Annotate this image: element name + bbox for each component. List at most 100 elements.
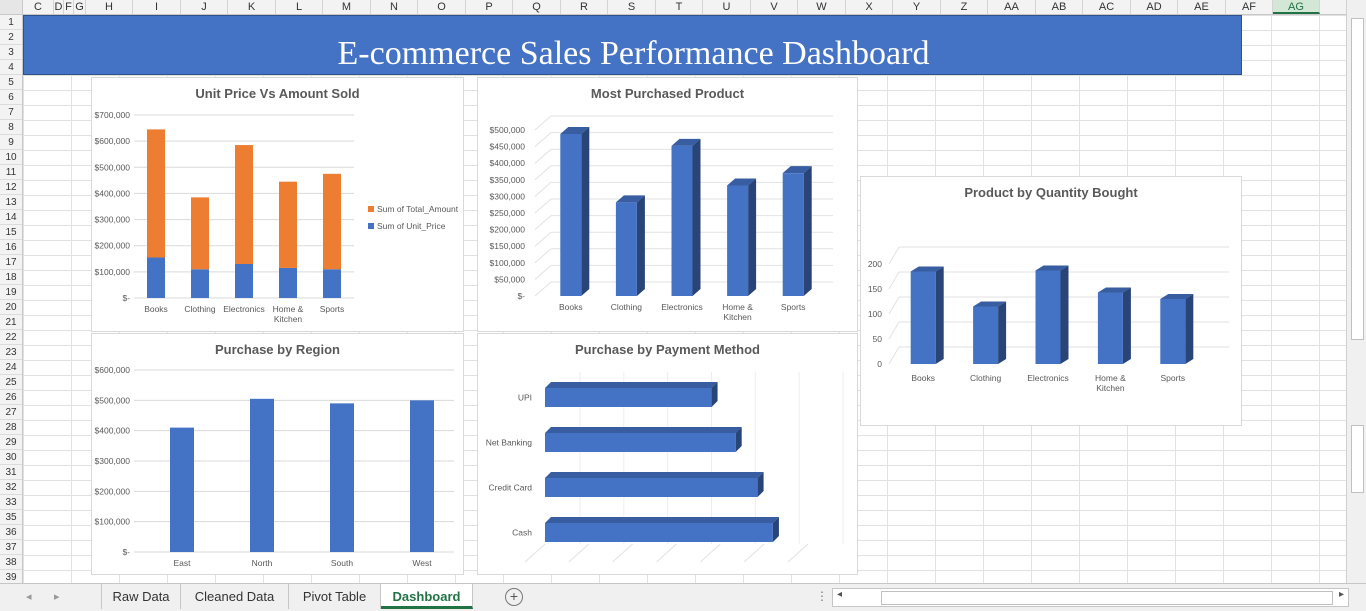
scroll-right-arrow-icon[interactable]: ▸ bbox=[1339, 589, 1344, 600]
column-header-ag[interactable]: AG bbox=[1273, 0, 1320, 14]
scroll-split-handle[interactable]: ⋮ bbox=[816, 589, 828, 603]
column-header-i[interactable]: I bbox=[133, 0, 181, 14]
x-tick-label: Electronics bbox=[223, 304, 265, 314]
row-header-2[interactable]: 2 bbox=[0, 30, 22, 45]
row-header-14[interactable]: 14 bbox=[0, 210, 22, 225]
row-header-36[interactable]: 36 bbox=[0, 525, 22, 540]
tab-raw-data[interactable]: Raw Data bbox=[101, 584, 181, 609]
tab-pivot-table[interactable]: Pivot Table bbox=[289, 584, 381, 609]
row-header-31[interactable]: 31 bbox=[0, 465, 22, 480]
column-header-af[interactable]: AF bbox=[1226, 0, 1273, 14]
column-header-q[interactable]: Q bbox=[513, 0, 561, 14]
chart-most-purchased-product[interactable]: Most Purchased Product $- $50,000 $100,000… bbox=[477, 77, 858, 332]
gridline-depth bbox=[534, 215, 552, 230]
column-header-x[interactable]: X bbox=[846, 0, 893, 14]
row-header-25[interactable]: 25 bbox=[0, 375, 22, 390]
column-header-ab[interactable]: AB bbox=[1036, 0, 1083, 14]
row-header-11[interactable]: 11 bbox=[0, 165, 22, 180]
row-header-35[interactable]: 35 bbox=[0, 510, 22, 525]
row-header-24[interactable]: 24 bbox=[0, 360, 22, 375]
column-header-f[interactable]: F bbox=[64, 0, 74, 14]
row-header-28[interactable]: 28 bbox=[0, 420, 22, 435]
x-tick-label: Books bbox=[911, 373, 935, 383]
row-header-16[interactable]: 16 bbox=[0, 240, 22, 255]
row-header-32[interactable]: 32 bbox=[0, 480, 22, 495]
row-header-26[interactable]: 26 bbox=[0, 390, 22, 405]
select-all-corner[interactable] bbox=[0, 0, 23, 14]
row-header-8[interactable]: 8 bbox=[0, 120, 22, 135]
column-header-j[interactable]: J bbox=[181, 0, 228, 14]
column-header-s[interactable]: S bbox=[608, 0, 656, 14]
row-header-7[interactable]: 7 bbox=[0, 105, 22, 120]
row-header-30[interactable]: 30 bbox=[0, 450, 22, 465]
dashboard-banner[interactable]: E-commerce Sales Performance Dashboard bbox=[23, 15, 1242, 75]
x-tick-label: Sports bbox=[1161, 373, 1186, 383]
column-header-n[interactable]: N bbox=[371, 0, 418, 14]
bar-electronics bbox=[1035, 265, 1069, 364]
column-header-l[interactable]: L bbox=[276, 0, 323, 14]
chart-product-by-quantity[interactable]: Product by Quantity Bought 0 50 100 150 200 B… bbox=[860, 176, 1242, 426]
y-tick-label: 50 bbox=[873, 334, 883, 344]
row-header-18[interactable]: 18 bbox=[0, 270, 22, 285]
column-header-r[interactable]: R bbox=[561, 0, 608, 14]
column-header-k[interactable]: K bbox=[228, 0, 276, 14]
row-header-1[interactable]: 1 bbox=[0, 15, 22, 30]
horizontal-scroll-thumb[interactable] bbox=[881, 591, 1333, 605]
chart-unit-price-vs-amount[interactable]: Unit Price Vs Amount Sold $- $100,000 $200… bbox=[91, 77, 464, 332]
column-header-t[interactable]: T bbox=[656, 0, 703, 14]
column-header-ae[interactable]: AE bbox=[1178, 0, 1226, 14]
horizontal-scrollbar[interactable]: ◂ ▸ bbox=[832, 588, 1349, 607]
bar-north bbox=[250, 398, 274, 552]
add-sheet-plus-icon[interactable]: + bbox=[505, 588, 523, 606]
column-header-w[interactable]: W bbox=[798, 0, 846, 14]
tab-scroll-right-icon[interactable]: ▸ bbox=[54, 590, 60, 603]
column-header-c[interactable]: C bbox=[23, 0, 54, 14]
row-header-29[interactable]: 29 bbox=[0, 435, 22, 450]
row-header-21[interactable]: 21 bbox=[0, 315, 22, 330]
tab-scroll-left-icon[interactable]: ◂ bbox=[26, 590, 32, 603]
legend-swatch-total-amount bbox=[368, 206, 374, 212]
column-header-ad[interactable]: AD bbox=[1131, 0, 1178, 14]
row-header-37[interactable]: 37 bbox=[0, 540, 22, 555]
row-header-6[interactable]: 6 bbox=[0, 90, 22, 105]
column-header-ac[interactable]: AC bbox=[1083, 0, 1131, 14]
vertical-scrollbar[interactable] bbox=[1346, 0, 1366, 583]
x-tick-label: Home & bbox=[273, 304, 304, 314]
column-header-d[interactable]: D bbox=[54, 0, 64, 14]
vertical-scroll-thumb[interactable] bbox=[1351, 18, 1364, 340]
row-header-19[interactable]: 19 bbox=[0, 285, 22, 300]
row-header-4[interactable]: 4 bbox=[0, 60, 22, 75]
column-header-z[interactable]: Z bbox=[941, 0, 988, 14]
row-header-10[interactable]: 10 bbox=[0, 150, 22, 165]
row-header-22[interactable]: 22 bbox=[0, 330, 22, 345]
vertical-scroll-thumb-lower[interactable] bbox=[1351, 425, 1364, 493]
tab-dashboard[interactable]: Dashboard bbox=[381, 584, 473, 609]
row-header-20[interactable]: 20 bbox=[0, 300, 22, 315]
column-header-m[interactable]: M bbox=[323, 0, 371, 14]
column-header-u[interactable]: U bbox=[703, 0, 751, 14]
column-header-y[interactable]: Y bbox=[893, 0, 941, 14]
tab-cleaned-data[interactable]: Cleaned Data bbox=[181, 584, 289, 609]
row-header-5[interactable]: 5 bbox=[0, 75, 22, 90]
chart-purchase-by-region[interactable]: Purchase by Region $- $100,000 $200,000 $30… bbox=[91, 333, 464, 575]
column-header-h[interactable]: H bbox=[86, 0, 133, 14]
row-header-3[interactable]: 3 bbox=[0, 45, 22, 60]
column-header-aa[interactable]: AA bbox=[988, 0, 1036, 14]
scroll-left-arrow-icon[interactable]: ◂ bbox=[837, 589, 842, 600]
chart-purchase-by-payment[interactable]: Purchase by Payment Method UPI Net Bankin… bbox=[477, 333, 858, 575]
column-header-v[interactable]: V bbox=[751, 0, 798, 14]
row-header-33[interactable]: 33 bbox=[0, 495, 22, 510]
row-header-15[interactable]: 15 bbox=[0, 225, 22, 240]
row-header-12[interactable]: 12 bbox=[0, 180, 22, 195]
column-header-g[interactable]: G bbox=[74, 0, 86, 14]
column-header-p[interactable]: P bbox=[466, 0, 513, 14]
bar-credit-card-front bbox=[545, 478, 758, 497]
row-header-17[interactable]: 17 bbox=[0, 255, 22, 270]
gridline-depth bbox=[699, 543, 721, 563]
row-header-13[interactable]: 13 bbox=[0, 195, 22, 210]
row-header-27[interactable]: 27 bbox=[0, 405, 22, 420]
column-header-o[interactable]: O bbox=[418, 0, 466, 14]
row-header-9[interactable]: 9 bbox=[0, 135, 22, 150]
row-header-38[interactable]: 38 bbox=[0, 555, 22, 570]
row-header-23[interactable]: 23 bbox=[0, 345, 22, 360]
